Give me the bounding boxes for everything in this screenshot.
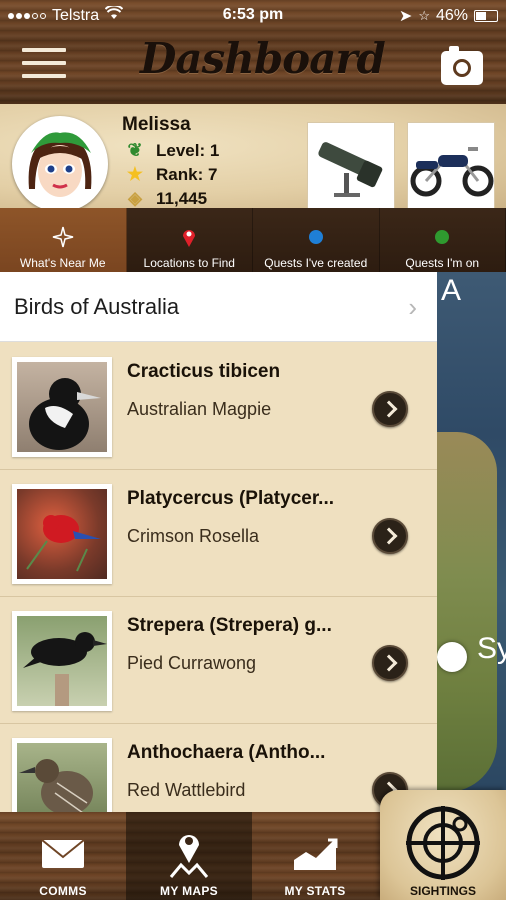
nav-label: MY STATS	[284, 884, 346, 898]
bird-common-name: Australian Magpie	[127, 399, 272, 419]
hamburger-menu-icon[interactable]	[22, 48, 66, 78]
map-location-marker[interactable]	[437, 642, 467, 672]
list-item[interactable]: Strepera (Strepera) g... Pied Currawong	[0, 597, 437, 724]
header: Telstra 6:53 pm ➤ ☆ 46% Dashboard	[0, 0, 506, 104]
page-title: Dashboard	[140, 34, 386, 83]
motorcycle-image[interactable]	[407, 122, 495, 210]
battery-percent: 46%	[435, 7, 468, 24]
tab-whats-near-me[interactable]: What's Near Me	[0, 208, 127, 272]
avatar[interactable]	[12, 116, 108, 212]
nav-sightings[interactable]: SIGHTINGS	[380, 790, 506, 900]
map-land	[437, 432, 497, 792]
bird-common-name: Crimson Rosella	[127, 526, 260, 546]
bird-photo	[12, 738, 112, 812]
green-dot-icon	[435, 230, 450, 244]
rank-row: ★ Rank: 7	[124, 164, 218, 185]
bird-list-panel: Birds of Australia › Cracticus tibicen A…	[0, 272, 437, 812]
spotting-scope-image[interactable]	[307, 122, 395, 210]
compass-icon	[0, 226, 126, 248]
chevron-right-button[interactable]	[372, 518, 408, 554]
list-item[interactable]: Anthochaera (Antho... Red Wattlebird	[0, 724, 437, 812]
chevron-right-button[interactable]	[372, 645, 408, 681]
nav-label: COMMS	[39, 884, 87, 898]
nav-comms[interactable]: COMMS	[0, 812, 126, 900]
battery-info: ➤ ☆ 46%	[399, 6, 498, 26]
points-text: 11,445	[156, 188, 208, 208]
bird-photo	[12, 357, 112, 457]
tab-label: Quests I'm on	[405, 256, 480, 270]
level-text: Level: 1	[156, 140, 220, 160]
bird-photo	[12, 611, 112, 711]
bird-scientific-name: Cracticus tibicen	[127, 361, 281, 382]
chevron-right-icon: ›	[408, 292, 417, 322]
bird-common-name: Red Wattlebird	[127, 780, 246, 800]
tab-quests-created[interactable]: Quests I've created	[253, 208, 380, 272]
status-bar: Telstra 6:53 pm ➤ ☆ 46%	[0, 0, 506, 34]
envelope-icon	[0, 834, 126, 874]
list-item[interactable]: Cracticus tibicen Australian Magpie	[0, 343, 437, 470]
list-header[interactable]: Birds of Australia ›	[0, 272, 437, 342]
tab-label: What's Near Me	[19, 256, 106, 270]
map-pin-icon	[127, 226, 253, 248]
camera-icon[interactable]	[441, 46, 483, 85]
bird-photo	[12, 484, 112, 584]
map-label: Sy	[477, 632, 506, 665]
star-icon: ★	[126, 164, 144, 184]
bird-scientific-name: Strepera (Strepera) g...	[127, 615, 332, 636]
map-location-icon	[126, 834, 252, 878]
chart-icon	[252, 834, 378, 874]
map-view[interactable]: A Sy	[437, 272, 506, 812]
level-row: ❦ Level: 1	[124, 140, 219, 161]
blue-dot-icon	[308, 230, 323, 244]
nav-my-stats[interactable]: MY STATS	[252, 812, 378, 900]
list-title: Birds of Australia	[14, 294, 180, 319]
bird-scientific-name: Anthochaera (Antho...	[127, 742, 326, 763]
location-arrow-icon: ➤	[398, 8, 413, 25]
user-name: Melissa	[122, 114, 191, 135]
tab-label: Locations to Find	[143, 256, 235, 270]
bird-common-name: Pied Currawong	[127, 653, 257, 673]
nav-my-maps[interactable]: MY MAPS	[126, 812, 252, 900]
map-label: A	[441, 274, 462, 307]
rank-text: Rank: 7	[156, 164, 218, 184]
alarm-icon: ☆	[418, 8, 430, 23]
nav-label: SIGHTINGS	[409, 884, 476, 898]
nav-label: MY MAPS	[160, 884, 218, 898]
tab-label: Quests I've created	[264, 256, 368, 270]
list-item[interactable]: Platycercus (Platycer... Crimson Rosella	[0, 470, 437, 597]
target-icon	[402, 802, 484, 889]
leaf-icon: ❦	[127, 140, 143, 160]
chevron-right-button[interactable]	[372, 391, 408, 427]
tab-quests-on[interactable]: Quests I'm on	[379, 208, 506, 272]
bottom-nav: COMMS MY MAPS MY STATS SIGHTINGS	[0, 790, 506, 900]
battery-icon	[474, 10, 498, 22]
tab-bar: What's Near Me Locations to Find Quests …	[0, 208, 506, 272]
points-row: ◈ 11,445	[124, 188, 207, 209]
bird-scientific-name: Platycercus (Platycer...	[127, 488, 335, 509]
tab-locations-to-find[interactable]: Locations to Find	[126, 208, 253, 272]
profile-panel: Melissa ❦ Level: 1 ★ Rank: 7 ◈ 11,445	[0, 104, 506, 212]
coins-icon: ◈	[128, 188, 142, 208]
